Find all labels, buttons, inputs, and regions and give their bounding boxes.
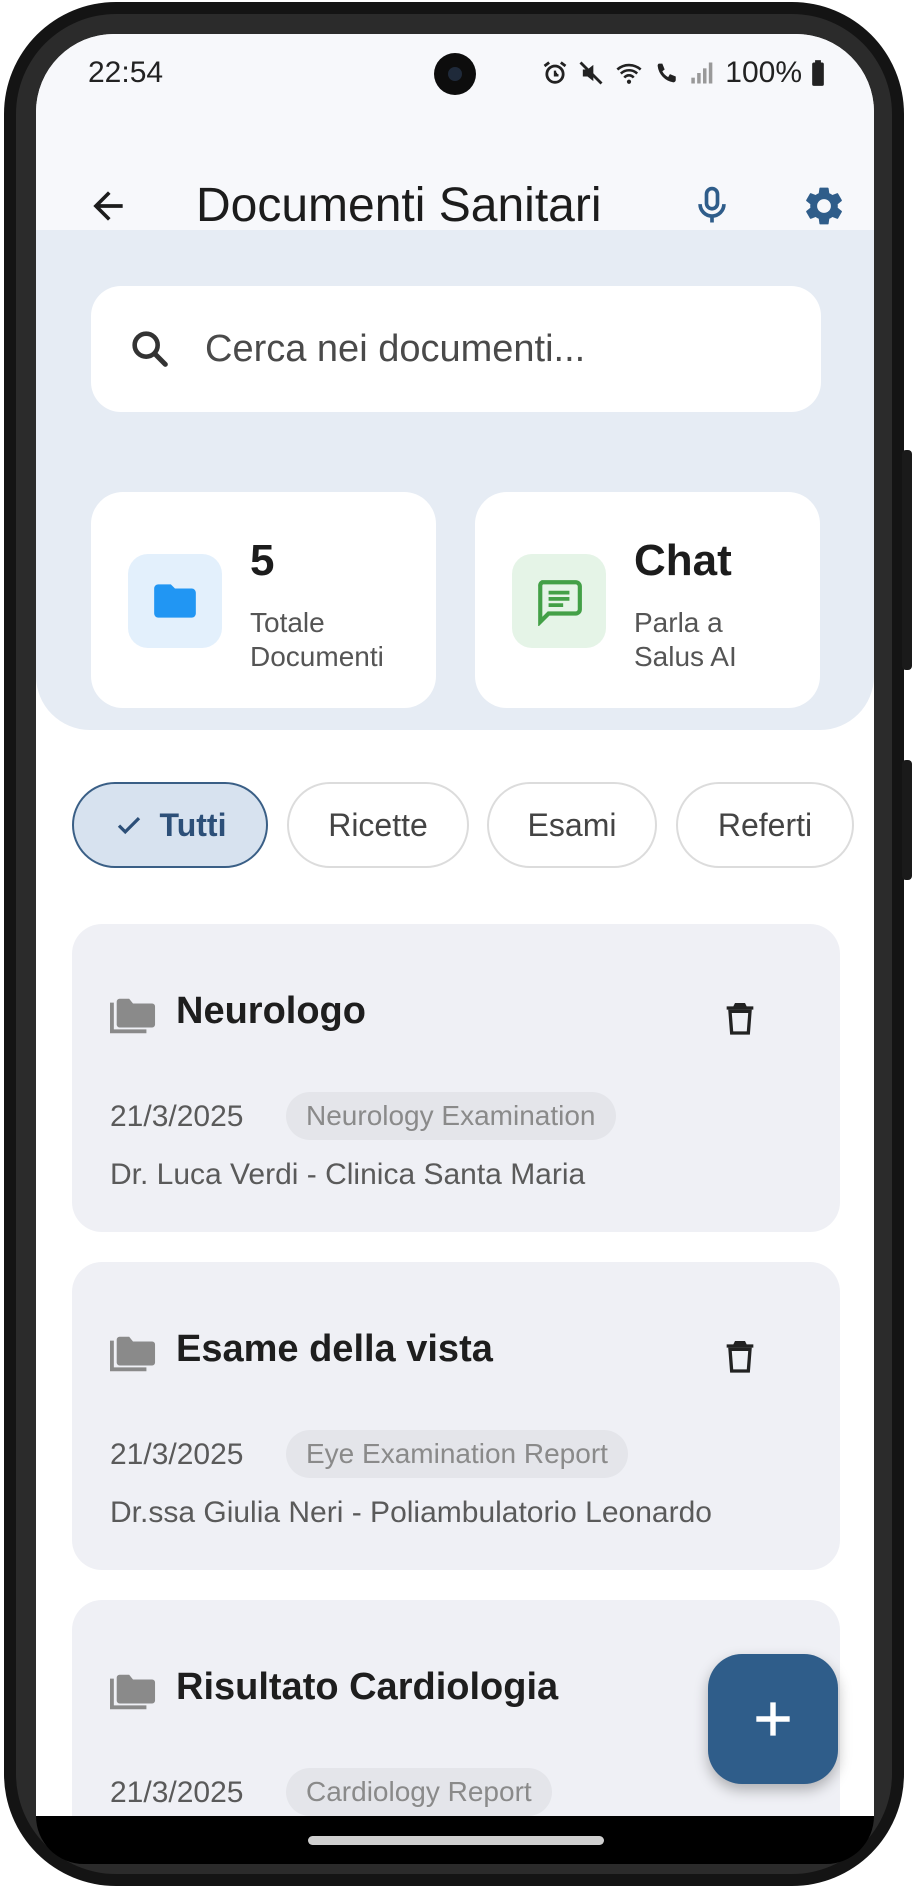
chat-title: Chat — [634, 536, 732, 585]
document-date: 21/3/2025 — [110, 1776, 244, 1809]
document-type-tag: Neurology Examination — [286, 1092, 616, 1140]
folders-icon — [110, 998, 156, 1034]
volume-button — [902, 450, 912, 670]
chat-subtitle-line2: Salus AI — [634, 641, 737, 672]
filter-chips: Tutti Ricette Esami Referti — [36, 782, 874, 872]
power-button — [902, 760, 912, 880]
front-camera — [434, 53, 476, 95]
document-type-tag: Cardiology Report — [286, 1768, 552, 1816]
header-panel: 5 Totale Documenti Chat Parla a Salus AI — [36, 230, 874, 730]
document-title: Esame della vista — [176, 1328, 493, 1370]
battery-percentage: 100% — [725, 56, 802, 89]
document-author: Dr. Luca Verdi - Clinica Santa Maria — [110, 1158, 586, 1191]
total-documents-label-line1: Totale — [250, 607, 325, 638]
filter-chip-ricette[interactable]: Ricette — [287, 782, 469, 868]
total-documents-label-line2: Documenti — [250, 641, 384, 672]
status-icons: 100% — [541, 56, 826, 90]
microphone-icon — [698, 186, 726, 223]
filter-chip-esami[interactable]: Esami — [487, 782, 657, 868]
arrow-back-icon — [93, 191, 123, 221]
chat-icon — [538, 580, 582, 626]
settings-button[interactable] — [792, 174, 856, 238]
filter-chip-referti[interactable]: Referti — [676, 782, 854, 868]
filter-chip-label: Tutti — [159, 806, 227, 843]
search-input[interactable] — [203, 326, 767, 372]
total-documents-card[interactable]: 5 Totale Documenti — [91, 492, 436, 708]
mute-icon — [579, 61, 603, 85]
screen: 22:54 100% Documenti Sanitari Cerca nei … — [36, 34, 874, 1816]
chat-icon-badge — [512, 554, 606, 648]
document-type-tag: Eye Examination Report — [286, 1430, 628, 1478]
filter-chip-label: Esami — [527, 806, 617, 843]
add-document-button[interactable] — [708, 1654, 838, 1784]
delete-button[interactable] — [712, 1328, 768, 1384]
document-card[interactable]: Neurologo 21/3/2025 Neurology Examinatio… — [72, 924, 840, 1232]
gear-icon — [806, 187, 842, 225]
folders-icon — [110, 1674, 156, 1710]
trash-icon — [726, 1003, 754, 1035]
folders-icon — [110, 1336, 156, 1372]
signal-icon — [691, 62, 713, 84]
document-author: Dr.ssa Giulia Neri - Poliambulatorio Leo… — [110, 1496, 712, 1529]
folder-icon — [154, 584, 196, 618]
battery-icon — [812, 60, 824, 86]
chat-subtitle-line1: Parla a — [634, 607, 723, 638]
folder-icon-badge — [128, 554, 222, 648]
wifi-icon — [616, 63, 642, 84]
chat-card[interactable]: Chat Parla a Salus AI — [475, 492, 820, 708]
back-button[interactable] — [76, 174, 140, 238]
home-indicator[interactable] — [308, 1836, 604, 1845]
chat-subtitle: Parla a Salus AI — [634, 606, 814, 674]
document-title: Risultato Cardiologia — [176, 1666, 559, 1708]
delete-button[interactable] — [712, 990, 768, 1046]
total-documents-label: Totale Documenti — [250, 606, 430, 674]
document-title: Neurologo — [176, 990, 366, 1032]
alarm-icon — [543, 61, 567, 84]
voice-input-button[interactable] — [680, 174, 744, 238]
plus-icon — [756, 1702, 790, 1736]
status-bar: 22:54 100% — [36, 34, 874, 144]
status-time: 22:54 — [88, 56, 164, 89]
filter-chip-label: Ricette — [328, 806, 428, 843]
document-card[interactable]: Esame della vista 21/3/2025 Eye Examinat… — [72, 1262, 840, 1570]
wifi-call-icon — [657, 63, 677, 83]
document-date: 21/3/2025 — [110, 1100, 244, 1133]
filter-chip-label: Referti — [717, 806, 813, 843]
document-date: 21/3/2025 — [110, 1438, 244, 1471]
search-bar[interactable] — [91, 286, 821, 412]
check-icon — [117, 816, 140, 835]
trash-icon — [726, 1341, 754, 1373]
total-documents-count: 5 — [250, 536, 275, 585]
filter-chip-tutti[interactable]: Tutti — [72, 782, 268, 868]
search-icon — [125, 324, 175, 374]
